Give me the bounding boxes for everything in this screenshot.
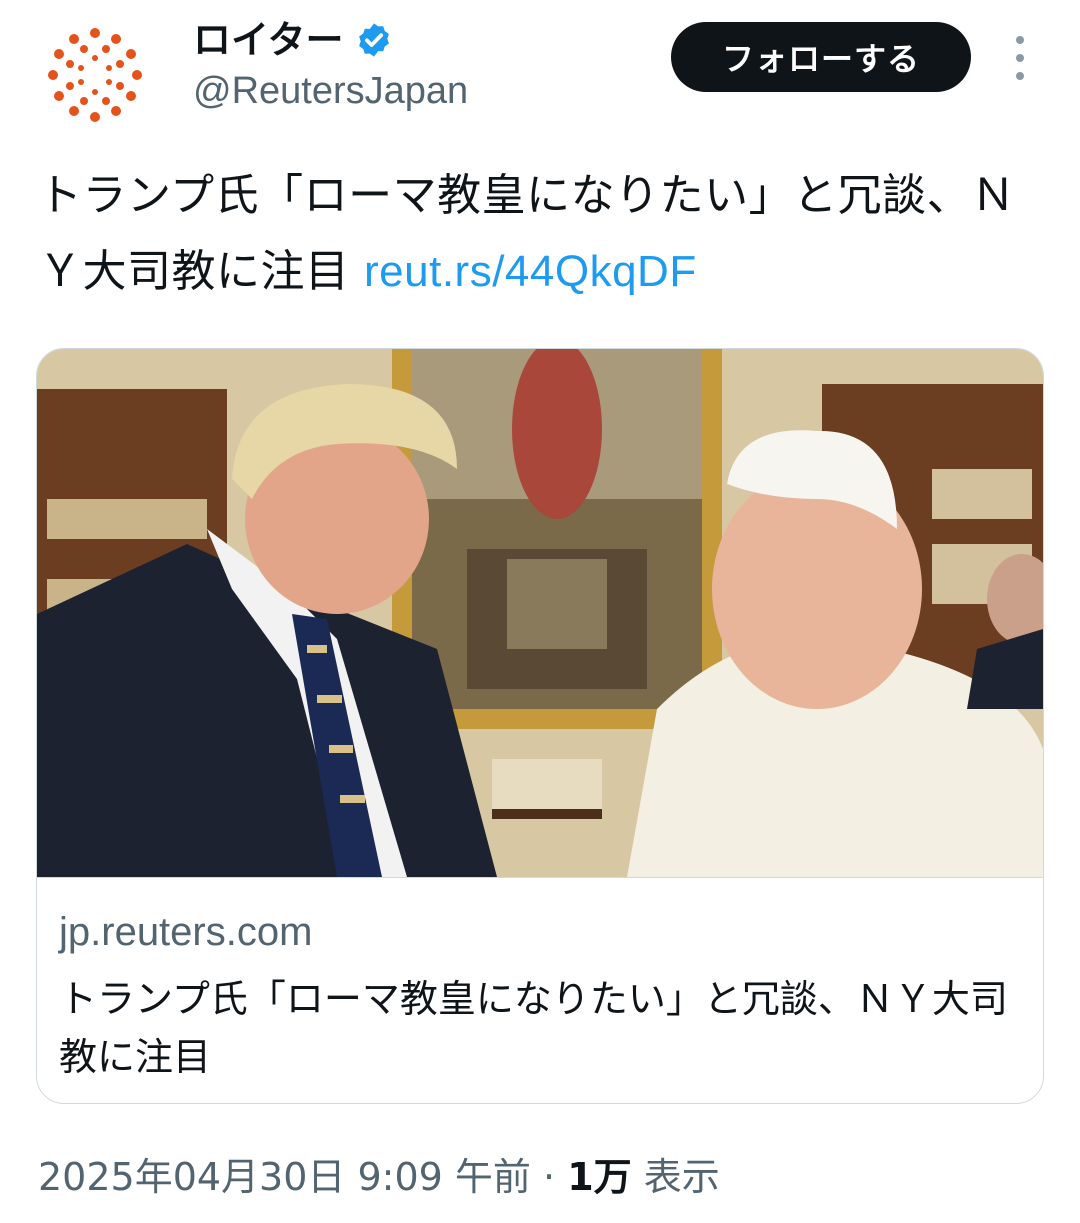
follow-button[interactable]: フォローする bbox=[671, 22, 971, 92]
card-title[interactable]: トランプ氏「ローマ教皇になりたい」と冗談、ＮＹ大司教に注目 bbox=[59, 970, 1019, 1086]
card-domain: jp.reuters.com bbox=[59, 910, 313, 954]
link-card[interactable]: jp.reuters.com トランプ氏「ローマ教皇になりたい」と冗談、ＮＹ大司… bbox=[36, 348, 1044, 1104]
card-image[interactable] bbox=[37, 349, 1043, 877]
meta-separator: · bbox=[543, 1155, 556, 1199]
tweet-link[interactable]: reut.rs/44QkqDF bbox=[364, 247, 697, 296]
card-meta: jp.reuters.com トランプ氏「ローマ教皇になりたい」と冗談、ＮＹ大司… bbox=[37, 877, 1043, 1103]
views-label: 表示 bbox=[643, 1155, 720, 1199]
reuters-logo-icon bbox=[48, 28, 142, 122]
account-handle[interactable]: @ReutersJapan bbox=[193, 68, 468, 114]
display-name-text: ロイター bbox=[193, 18, 344, 62]
verified-badge-icon bbox=[359, 23, 390, 57]
more-options-icon[interactable] bbox=[1008, 36, 1032, 80]
avatar[interactable] bbox=[40, 20, 150, 130]
timestamp[interactable]: 2025年04月30日 9:09 午前 bbox=[38, 1155, 531, 1199]
tweet-meta-row: 2025年04月30日 9:09 午前 · 1万 表示 bbox=[38, 1146, 720, 1201]
tweet-text: トランプ氏「ローマ教皇になりたい」と冗談、ＮＹ大司教に注目 reut.rs/44… bbox=[38, 158, 1048, 310]
views-count: 1万 bbox=[567, 1155, 632, 1199]
account-display-name[interactable]: ロイター bbox=[193, 18, 393, 62]
